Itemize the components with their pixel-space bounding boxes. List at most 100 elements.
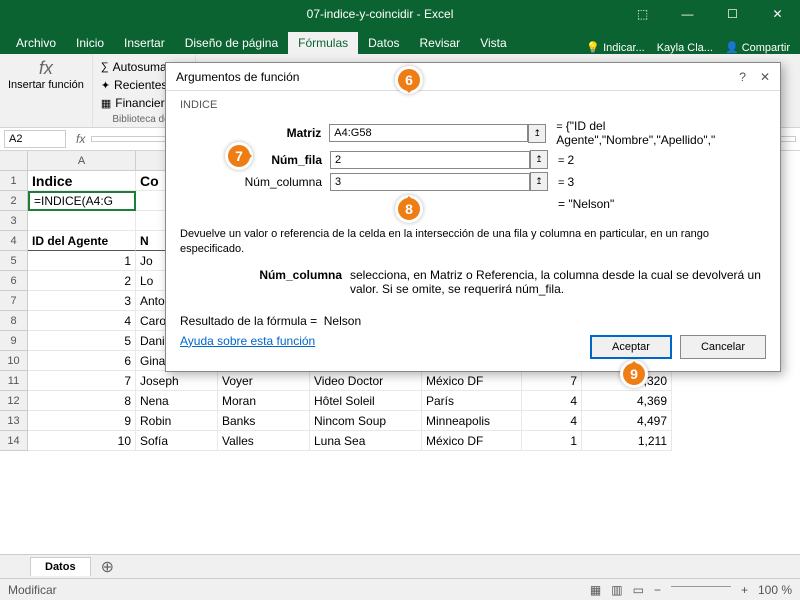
- help-link[interactable]: Ayuda sobre esta función: [180, 334, 315, 348]
- cell[interactable]: Joseph: [136, 371, 218, 391]
- cell[interactable]: Banks: [218, 411, 310, 431]
- name-box[interactable]: [4, 130, 66, 148]
- function-name: INDICE: [180, 99, 766, 111]
- collapse-dialog-icon[interactable]: ↥: [528, 124, 546, 143]
- arg-input-numfila[interactable]: [330, 151, 530, 169]
- cell[interactable]: 10: [28, 431, 136, 451]
- callout-6: 6: [395, 66, 423, 94]
- select-all-corner[interactable]: [0, 151, 28, 171]
- view-layout-icon[interactable]: ▥: [611, 583, 622, 597]
- result-preview: = "Nelson": [180, 197, 766, 211]
- cell[interactable]: ID del Agente: [28, 231, 136, 251]
- insert-function-button[interactable]: Insertar función: [8, 79, 84, 91]
- row-header[interactable]: 13: [0, 411, 28, 431]
- cell[interactable]: París: [422, 391, 522, 411]
- cell[interactable]: 4,497: [582, 411, 672, 431]
- ribbon-options-icon[interactable]: ⬚: [620, 0, 665, 28]
- tab-formulas[interactable]: Fórmulas: [288, 32, 358, 54]
- zoom-slider[interactable]: [671, 586, 731, 587]
- tab-revisar[interactable]: Revisar: [410, 32, 471, 54]
- cell[interactable]: 1: [522, 431, 582, 451]
- cell[interactable]: 7: [522, 371, 582, 391]
- cell[interactable]: Indice: [28, 171, 136, 191]
- tab-datos[interactable]: Datos: [358, 32, 409, 54]
- arg-eval: = 2: [548, 153, 574, 167]
- row-header[interactable]: 11: [0, 371, 28, 391]
- tab-diseno[interactable]: Diseño de página: [175, 32, 288, 54]
- cell[interactable]: 1,211: [582, 431, 672, 451]
- cancel-button[interactable]: Cancelar: [680, 335, 766, 359]
- row-header[interactable]: 1: [0, 171, 28, 191]
- cell[interactable]: México DF: [422, 431, 522, 451]
- cell[interactable]: Luna Sea: [310, 431, 422, 451]
- cell[interactable]: México DF: [422, 371, 522, 391]
- cell[interactable]: 6: [28, 351, 136, 371]
- arg-label-numcol: Núm_columna: [180, 175, 330, 189]
- ribbon-tabs: Archivo Inicio Insertar Diseño de página…: [0, 28, 800, 54]
- cell[interactable]: Moran: [218, 391, 310, 411]
- cell[interactable]: 1: [28, 251, 136, 271]
- cell[interactable]: 3: [28, 291, 136, 311]
- tell-me[interactable]: 💡 Indicar...: [586, 41, 644, 54]
- cell[interactable]: 4: [522, 411, 582, 431]
- cell[interactable]: 7: [28, 371, 136, 391]
- row-header[interactable]: 4: [0, 231, 28, 251]
- view-pagebreak-icon[interactable]: ▭: [633, 583, 644, 597]
- dialog-close-icon[interactable]: ✕: [760, 70, 770, 84]
- cell[interactable]: Hôtel Soleil: [310, 391, 422, 411]
- cell[interactable]: Nena: [136, 391, 218, 411]
- row-header[interactable]: 10: [0, 351, 28, 371]
- share-button[interactable]: 👤 Compartir: [725, 41, 790, 54]
- cell[interactable]: Sofía: [136, 431, 218, 451]
- arg-input-numcol[interactable]: [330, 173, 530, 191]
- cell[interactable]: Nincom Soup: [310, 411, 422, 431]
- collapse-dialog-icon[interactable]: ↥: [530, 172, 548, 191]
- cell[interactable]: 4: [522, 391, 582, 411]
- tab-insertar[interactable]: Insertar: [114, 32, 175, 54]
- tab-vista[interactable]: Vista: [470, 32, 516, 54]
- cell[interactable]: [28, 211, 136, 231]
- fx-button[interactable]: fx: [70, 132, 91, 146]
- zoom-level[interactable]: 100 %: [758, 583, 792, 597]
- row-header[interactable]: 7: [0, 291, 28, 311]
- tab-inicio[interactable]: Inicio: [66, 32, 114, 54]
- cell[interactable]: 8: [28, 391, 136, 411]
- arg-label-matriz: Matriz: [180, 126, 329, 140]
- column-header[interactable]: A: [28, 151, 136, 171]
- sheet-tab-datos[interactable]: Datos: [30, 557, 91, 576]
- tab-archivo[interactable]: Archivo: [6, 32, 66, 54]
- cell[interactable]: Video Doctor: [310, 371, 422, 391]
- arg-input-matriz[interactable]: [329, 124, 528, 142]
- status-bar: Modificar ▦ ▥ ▭ − + 100 %: [0, 578, 800, 600]
- cell[interactable]: =INDICE(A4:G: [28, 191, 136, 211]
- cell[interactable]: Robin: [136, 411, 218, 431]
- cell[interactable]: Minneapolis: [422, 411, 522, 431]
- zoom-out-button[interactable]: −: [654, 583, 661, 597]
- close-icon[interactable]: ✕: [755, 0, 800, 28]
- row-header[interactable]: 6: [0, 271, 28, 291]
- cell[interactable]: 9: [28, 411, 136, 431]
- dialog-help-icon[interactable]: ?: [739, 70, 746, 84]
- row-header[interactable]: 2: [0, 191, 28, 211]
- cell[interactable]: 4,369: [582, 391, 672, 411]
- user-name[interactable]: Kayla Cla...: [657, 42, 713, 54]
- cell[interactable]: 5: [28, 331, 136, 351]
- zoom-in-button[interactable]: +: [741, 583, 748, 597]
- add-sheet-button[interactable]: ⊕: [91, 557, 124, 577]
- cell[interactable]: Valles: [218, 431, 310, 451]
- row-header[interactable]: 8: [0, 311, 28, 331]
- collapse-dialog-icon[interactable]: ↥: [530, 150, 548, 169]
- cell[interactable]: 2: [28, 271, 136, 291]
- row-header[interactable]: 9: [0, 331, 28, 351]
- row-header[interactable]: 12: [0, 391, 28, 411]
- window-title: 07-indice-y-coincidir - Excel: [140, 7, 620, 21]
- view-normal-icon[interactable]: ▦: [590, 583, 601, 597]
- maximize-icon[interactable]: ☐: [710, 0, 755, 28]
- row-header[interactable]: 5: [0, 251, 28, 271]
- title-bar: 07-indice-y-coincidir - Excel ⬚ — ☐ ✕: [0, 0, 800, 28]
- cell[interactable]: Voyer: [218, 371, 310, 391]
- cell[interactable]: 4: [28, 311, 136, 331]
- minimize-icon[interactable]: —: [665, 0, 710, 28]
- row-header[interactable]: 3: [0, 211, 28, 231]
- row-header[interactable]: 14: [0, 431, 28, 451]
